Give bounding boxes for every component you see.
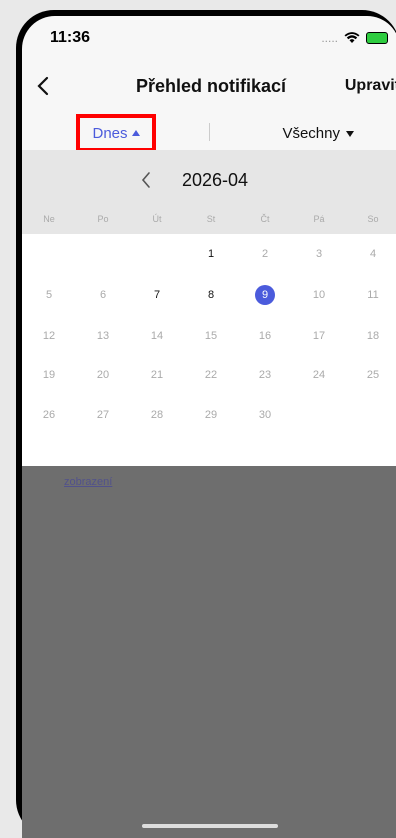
- phone-frame: 11:36 ..... Přehled notifikací Upravit D…: [16, 10, 396, 838]
- calendar-day[interactable]: 19: [22, 369, 76, 381]
- calendar-day[interactable]: 2: [238, 248, 292, 260]
- calendar-day[interactable]: 28: [130, 409, 184, 421]
- calendar-week: 5 6 7 8 9 10 11: [22, 281, 396, 309]
- today-filter-label: Dnes: [92, 124, 128, 142]
- weekday-label: Po: [97, 214, 109, 224]
- caret-up-icon: [131, 130, 140, 136]
- edit-button[interactable]: Upravit: [345, 77, 396, 95]
- calendar-day[interactable]: 23: [238, 369, 292, 381]
- caret-down-icon: [346, 130, 354, 137]
- nav-bar: Přehled notifikací Upravit: [22, 66, 396, 106]
- wifi-icon: [344, 32, 360, 43]
- weekday-label: Ne: [43, 214, 55, 224]
- previous-month-icon[interactable]: [140, 170, 152, 190]
- calendar-day[interactable]: 26: [22, 409, 76, 421]
- weekday-label: Čt: [260, 214, 270, 224]
- filter-divider: [209, 123, 210, 141]
- calendar-day[interactable]: 30: [238, 409, 292, 421]
- calendar-day[interactable]: 3: [292, 248, 346, 260]
- page-title: Přehled notifikací: [135, 75, 287, 96]
- calendar-day[interactable]: 18: [346, 330, 396, 342]
- calendar-day[interactable]: 1: [184, 248, 238, 260]
- status-bar: 11:36 .....: [22, 16, 396, 60]
- calendar-day[interactable]: 13: [76, 330, 130, 342]
- calendar-day[interactable]: 22: [184, 369, 238, 381]
- calendar-day[interactable]: 10: [292, 289, 346, 301]
- calendar-day[interactable]: 4: [346, 248, 396, 260]
- calendar-day[interactable]: 5: [22, 289, 76, 301]
- calendar-day[interactable]: 16: [238, 330, 292, 342]
- calendar-day[interactable]: 11: [346, 289, 396, 301]
- calendar-day[interactable]: 8: [184, 289, 238, 301]
- weekday-label: So: [367, 214, 379, 224]
- calendar-day[interactable]: 15: [184, 330, 238, 342]
- home-indicator: [142, 824, 278, 828]
- status-time: 11:36: [50, 29, 91, 46]
- calendar-week: 12 13 14 15 16 17 18: [22, 322, 396, 350]
- selected-day-marker: 9: [255, 285, 275, 305]
- calendar-day[interactable]: 21: [130, 369, 184, 381]
- calendar-day[interactable]: 29: [184, 409, 238, 421]
- today-filter-button[interactable]: Dnes: [76, 114, 156, 152]
- calendar-day[interactable]: 6: [76, 289, 130, 301]
- calendar-month: 2026-04: [182, 170, 249, 190]
- calendar-week: 19 20 21 22 23 24 25: [22, 361, 396, 389]
- calendar-day-selected[interactable]: 9: [238, 285, 292, 305]
- all-filter-label: Všechny: [282, 125, 340, 142]
- screen: 11:36 ..... Přehled notifikací Upravit D…: [22, 16, 396, 838]
- calendar-day[interactable]: 17: [292, 330, 346, 342]
- calendar-week: 1 2 3 4: [22, 240, 396, 268]
- weekday-label: Pá: [313, 214, 325, 224]
- dim-overlay[interactable]: zobrazení: [22, 466, 396, 838]
- battery-icon: [366, 32, 388, 44]
- background-link: zobrazení: [64, 476, 113, 488]
- calendar-day[interactable]: 24: [292, 369, 346, 381]
- status-icons: .....: [321, 31, 388, 45]
- calendar-day[interactable]: 25: [346, 369, 396, 381]
- calendar-grid: 1 2 3 4 5 6 7 8 9 10 11 12 13 14 15 16 1…: [22, 234, 396, 466]
- calendar-day[interactable]: 7: [130, 289, 184, 301]
- signal-icon: .....: [321, 31, 338, 45]
- calendar-day[interactable]: 20: [76, 369, 130, 381]
- calendar-week: 26 27 28 29 30: [22, 401, 396, 429]
- weekday-label: St: [206, 214, 216, 224]
- calendar-header: 2026-04 Ne Po Út St Čt Pá So: [22, 150, 396, 234]
- weekday-row: Ne Po Út St Čt Pá So: [22, 214, 396, 224]
- all-filter-button[interactable]: Všechny: [282, 125, 354, 142]
- calendar-day[interactable]: 27: [76, 409, 130, 421]
- calendar-day[interactable]: 14: [130, 330, 184, 342]
- weekday-label: Út: [152, 214, 162, 224]
- calendar-day[interactable]: 12: [22, 330, 76, 342]
